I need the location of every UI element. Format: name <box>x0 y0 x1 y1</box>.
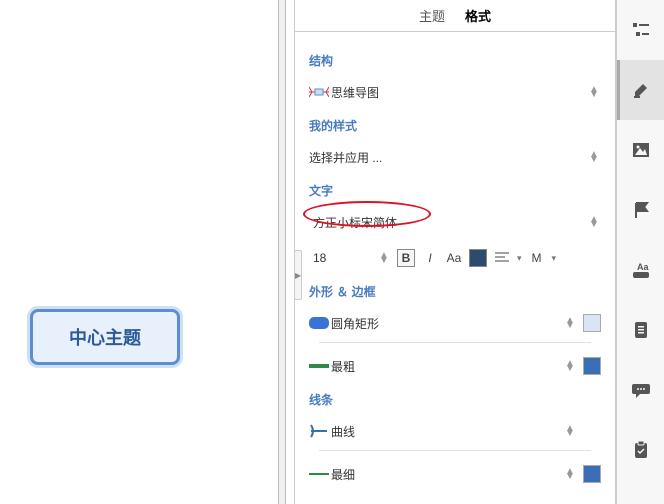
stepper-icon[interactable]: ▲▼ <box>587 152 601 162</box>
structure-selector[interactable]: 思维导图 ▲▼ <box>309 77 601 107</box>
format-panel: ▶ 主题 格式 结构 思维导图 ▲▼ 我的样式 选择并应用 ... ▲▼ 文字 … <box>294 0 616 504</box>
thin-line-icon <box>309 466 331 482</box>
rail-image-icon[interactable] <box>617 120 664 180</box>
case-button[interactable]: Aa <box>445 249 463 267</box>
center-topic-node[interactable]: 中心主题 <box>30 309 180 365</box>
border-weight-selector[interactable]: 最粗 ▲▼ <box>309 351 601 381</box>
section-shape-title: 外形 ＆ 边框 <box>309 283 601 300</box>
chevron-down-icon: ▾ <box>517 253 522 264</box>
tab-format[interactable]: 格式 <box>457 0 499 31</box>
section-text-title: 文字 <box>309 182 601 199</box>
thick-line-icon <box>309 358 331 374</box>
bold-button[interactable]: B <box>397 249 415 267</box>
mystyles-value: 选择并应用 ... <box>309 149 587 166</box>
section-structure-title: 结构 <box>309 52 601 69</box>
canvas-panel-divider[interactable] <box>278 0 286 504</box>
svg-text:Aa: Aa <box>637 262 649 272</box>
font-family-value: 方正小标宋简体 <box>309 212 587 233</box>
rail-flag-icon[interactable] <box>617 180 664 240</box>
stepper-icon[interactable]: ▲▼ <box>563 426 577 436</box>
stepper-icon[interactable]: ▲▼ <box>563 469 577 479</box>
rail-format-icon[interactable] <box>617 60 664 120</box>
shape-fill-swatch[interactable] <box>583 314 601 332</box>
right-rail: Aa <box>616 0 664 504</box>
text-color-swatch[interactable] <box>469 249 487 267</box>
line-weight-selector[interactable]: 最细 ▲▼ <box>309 459 601 489</box>
mystyles-selector[interactable]: 选择并应用 ... ▲▼ <box>309 142 601 172</box>
tab-theme[interactable]: 主题 <box>411 0 453 31</box>
text-tools-row: 18 ▲▼ B I Aa ▾ M ▾ <box>309 243 601 273</box>
curve-icon <box>309 423 331 439</box>
shape-selector[interactable]: 圆角矩形 ▲▼ <box>309 308 601 338</box>
align-button[interactable] <box>493 249 511 267</box>
mindmap-icon <box>309 84 331 100</box>
divider <box>319 342 591 343</box>
stepper-icon[interactable]: ▲▼ <box>563 361 577 371</box>
shape-value: 圆角矩形 <box>331 315 563 332</box>
stepper-icon[interactable]: ▲▼ <box>587 87 601 97</box>
rail-notes-icon[interactable] <box>617 300 664 360</box>
m-button[interactable]: M <box>528 249 546 267</box>
section-line-title: 线条 <box>309 391 601 408</box>
structure-value: 思维导图 <box>331 84 587 101</box>
divider <box>319 450 591 451</box>
section-mystyles-title: 我的样式 <box>309 117 601 134</box>
chevron-down-icon: ▾ <box>552 253 557 264</box>
line-type-selector[interactable]: 曲线 ▲▼ <box>309 416 601 446</box>
rail-outline-icon[interactable] <box>617 0 664 60</box>
border-weight-value: 最粗 <box>331 358 563 375</box>
stepper-icon[interactable]: ▲▼ <box>377 253 391 263</box>
font-family-selector[interactable]: 方正小标宋简体 ▲▼ <box>309 207 601 237</box>
panel-body: 结构 思维导图 ▲▼ 我的样式 选择并应用 ... ▲▼ 文字 方正小标宋简体 … <box>295 32 615 504</box>
canvas-area[interactable]: 中心主题 <box>0 0 286 504</box>
italic-button[interactable]: I <box>421 249 439 267</box>
rail-text-icon[interactable]: Aa <box>617 240 664 300</box>
stepper-icon[interactable]: ▲▼ <box>587 217 601 227</box>
rail-comments-icon[interactable] <box>617 360 664 420</box>
center-topic-text: 中心主题 <box>69 324 141 350</box>
font-size-input[interactable]: 18 <box>309 249 371 267</box>
border-color-swatch[interactable] <box>583 357 601 375</box>
line-color-swatch[interactable] <box>583 465 601 483</box>
rail-task-icon[interactable] <box>617 420 664 480</box>
line-weight-value: 最细 <box>331 466 563 483</box>
rounded-rect-icon <box>309 315 331 331</box>
panel-tabs: 主题 格式 <box>295 0 615 32</box>
stepper-icon[interactable]: ▲▼ <box>563 318 577 328</box>
line-type-value: 曲线 <box>331 423 563 440</box>
